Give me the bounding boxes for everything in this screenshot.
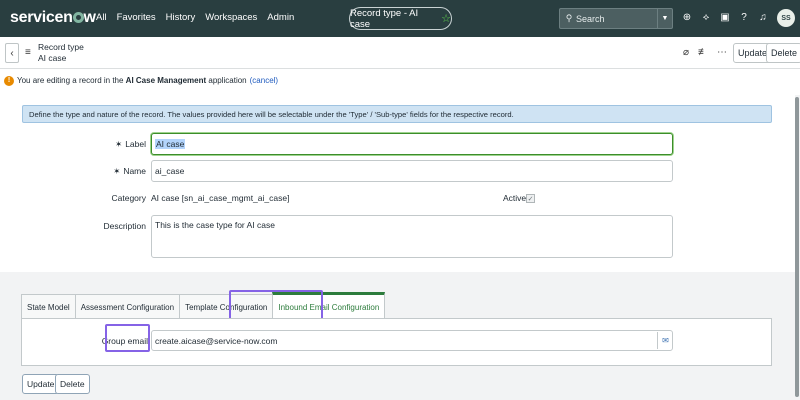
more-options-icon[interactable]: ⋯ [717, 47, 727, 58]
required-icon: ✶ [113, 166, 121, 176]
scope-warning-bar: ! You are editing a record in the AI Cas… [0, 72, 800, 89]
nav-icons: ⊕ ⟡ ▣ ? ♫ [682, 12, 768, 23]
nav-link-workspaces[interactable]: Workspaces [205, 12, 257, 23]
footer-update-button[interactable]: Update [22, 374, 60, 394]
record-title-text: Record type - AI case [350, 7, 419, 30]
warning-app-name: AI Case Management [125, 76, 207, 85]
footer-delete-button[interactable]: Delete [55, 374, 90, 394]
info-message: Define the type and nature of the record… [22, 105, 772, 123]
help-icon[interactable]: ? [739, 12, 749, 23]
star-icon[interactable]: ☆ [441, 12, 451, 25]
nav-link-history[interactable]: History [166, 12, 196, 23]
required-icon: ✶ [115, 139, 123, 149]
record-heading: Record type AI case [38, 42, 84, 64]
top-navigation-bar: servicen w All Favorites History Workspac… [0, 0, 800, 37]
notes-icon[interactable]: ▣ [720, 12, 730, 23]
globe-icon[interactable]: ⊕ [682, 12, 692, 23]
menu-icon[interactable]: ≡ [25, 47, 31, 58]
nav-links: All Favorites History Workspaces Admin [96, 12, 294, 23]
back-button[interactable]: ‹ [5, 43, 19, 63]
name-field-label: ✶ Name [113, 166, 146, 176]
settings-sliders-icon[interactable]: ≢ [698, 47, 708, 58]
name-field[interactable]: ai_case [151, 160, 673, 182]
scrollbar-thumb[interactable] [795, 97, 799, 397]
category-value: AI case [sn_ai_case_mgmt_ai_case] [151, 193, 290, 203]
section-tabs: State Model Assessment Configuration Tem… [21, 292, 386, 319]
search-icon: ⚲ [565, 13, 573, 23]
servicenow-logo[interactable]: servicen w [10, 9, 96, 27]
warning-prefix: You are editing a record in the [17, 76, 126, 85]
record-title-pill[interactable]: Record type - AI case ☆ [349, 7, 452, 30]
active-checkbox: ✓ [526, 194, 535, 203]
search-input[interactable]: Search [576, 14, 657, 24]
record-name-label: AI case [38, 53, 67, 63]
page-scrollbar[interactable] [795, 95, 800, 400]
category-label: Category [111, 193, 147, 203]
search-scope-dropdown[interactable]: ▼ [657, 8, 672, 29]
group-email-field[interactable]: create.aicase@service-now.com [151, 330, 673, 351]
nav-link-all[interactable]: All [96, 12, 107, 23]
bell-icon[interactable]: ♫ [758, 12, 768, 23]
warning-suffix: application [206, 76, 247, 85]
cancel-link[interactable]: (cancel) [250, 76, 278, 85]
avatar[interactable]: SS [777, 9, 795, 27]
nav-link-admin[interactable]: Admin [267, 12, 294, 23]
group-email-value: create.aicase@service-now.com [155, 335, 278, 346]
label-field-label: ✶ Label [115, 139, 146, 149]
delete-button[interactable]: Delete [766, 43, 800, 63]
active-label: Active [503, 193, 527, 203]
tab-assessment-configuration[interactable]: Assessment Configuration [74, 294, 181, 319]
header-icons: ⌀ ≢ ⋯ [683, 47, 727, 58]
name-field-value: ai_case [155, 166, 185, 176]
nav-link-favorites[interactable]: Favorites [117, 12, 156, 23]
record-type-label: Record type [38, 42, 84, 52]
highlight-box-label [105, 324, 150, 352]
label-field[interactable]: AI case [151, 133, 673, 155]
global-search[interactable]: ⚲ Search ▼ [559, 8, 673, 29]
scope-icon[interactable]: ⟡ [701, 12, 711, 23]
tab-state-model[interactable]: State Model [21, 294, 76, 319]
attachment-icon[interactable]: ⌀ [683, 47, 689, 58]
warning-icon: ! [4, 75, 14, 86]
label-field-value: AI case [155, 139, 186, 149]
description-label: Description [103, 221, 146, 231]
description-field[interactable]: This is the case type for AI case [151, 215, 673, 258]
form-header: ‹ ≡ Record type AI case ⌀ ≢ ⋯ Update Del… [0, 37, 800, 69]
mail-icon[interactable]: ✉ [657, 332, 673, 349]
